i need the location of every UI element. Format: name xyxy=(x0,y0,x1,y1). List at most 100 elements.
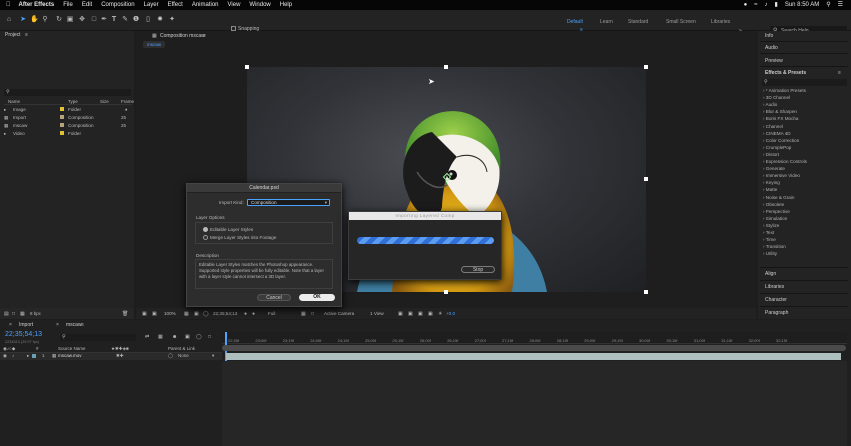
stop-button[interactable]: Stop xyxy=(461,266,495,273)
audio-icon[interactable]: ♪ xyxy=(12,353,14,358)
trash-icon[interactable]: 🗑 xyxy=(122,311,128,317)
menu-view[interactable]: View xyxy=(228,2,241,8)
col-source-name[interactable]: Source Name xyxy=(58,346,86,351)
project-row[interactable]: ▸ Video Folder xyxy=(4,130,132,137)
new-folder-icon[interactable]: □ xyxy=(12,311,15,317)
menu-edit[interactable]: Edit xyxy=(82,2,92,8)
clone-stamp-tool-icon[interactable]: ❶ xyxy=(132,16,140,24)
import-kind-select[interactable]: Composition ▾ xyxy=(247,199,330,206)
composition-mini-flowchart-icon[interactable]: ⇄ xyxy=(145,334,149,340)
roi-icon[interactable]: □ xyxy=(311,311,314,317)
panel-preview[interactable]: Preview xyxy=(765,58,783,64)
exposure-icon[interactable]: ☀ xyxy=(438,311,442,317)
menu-composition[interactable]: Composition xyxy=(101,2,134,8)
rectangle-tool-icon[interactable]: □ xyxy=(90,16,98,24)
hand-tool-icon[interactable]: ✋ xyxy=(30,16,39,24)
radio-editable-layer-styles[interactable] xyxy=(203,227,208,232)
av-switch-icons[interactable]: ◉♪○◆ xyxy=(3,346,15,352)
camera-tool-icon[interactable]: ▣ xyxy=(66,16,74,24)
transform-handle[interactable] xyxy=(444,65,448,69)
effects-category[interactable]: › Utility xyxy=(763,251,777,256)
effects-category[interactable]: › Simulation xyxy=(763,216,787,221)
menu-layer[interactable]: Layer xyxy=(144,2,159,8)
effects-category[interactable]: › Text xyxy=(763,230,774,235)
transparency-grid-icon[interactable]: ▦ xyxy=(301,311,306,317)
col-size[interactable]: Size xyxy=(100,99,109,104)
effects-category[interactable]: › Blur & Sharpen xyxy=(763,109,797,114)
effects-category[interactable]: › Channel xyxy=(763,124,783,129)
views-dropdown[interactable]: 1 View xyxy=(370,311,384,316)
panel-libraries[interactable]: Libraries xyxy=(765,284,784,290)
snapshot-icon[interactable]: ◯ xyxy=(203,311,209,317)
motion-blur-icon[interactable]: ◯ xyxy=(196,334,202,340)
effects-category[interactable]: › Stylize xyxy=(763,223,779,228)
effects-search-input[interactable]: ⚲ xyxy=(762,79,847,86)
workspace-learn[interactable]: Learn xyxy=(600,19,613,25)
composition-subtab[interactable]: mscaw xyxy=(143,41,165,48)
workspace-standard[interactable]: Standard xyxy=(628,19,648,25)
workspace-small-screen[interactable]: Small Screen xyxy=(666,19,696,25)
menu-animation[interactable]: Animation xyxy=(192,2,219,8)
project-tab[interactable]: Project xyxy=(5,32,21,38)
col-type[interactable]: Type xyxy=(68,99,78,104)
label-color-swatch[interactable] xyxy=(60,115,64,120)
menu-help[interactable]: Help xyxy=(280,2,292,8)
roto-brush-tool-icon[interactable]: ✹ xyxy=(156,16,164,24)
panel-paragraph[interactable]: Paragraph xyxy=(765,310,788,316)
expand-arrow-icon[interactable]: ▸ xyxy=(27,353,29,359)
wifi-icon[interactable]: ≈ xyxy=(754,2,757,8)
composition-lock-icon[interactable]: ▦ xyxy=(152,33,157,39)
effects-category[interactable]: › Matte xyxy=(763,187,777,192)
label-color-swatch[interactable] xyxy=(60,107,64,112)
frame-blending-icon[interactable]: ▣ xyxy=(185,334,190,340)
flowchart-icon[interactable]: ▣ xyxy=(428,311,433,317)
effects-category[interactable]: › * Animation Presets xyxy=(763,88,806,93)
layer-parent[interactable]: None xyxy=(178,353,189,358)
timeline-menu-icon[interactable]: ≡ xyxy=(81,322,84,328)
pickwhip-icon[interactable]: ◯ xyxy=(168,353,173,359)
mask-visibility-icon[interactable]: ▣ xyxy=(194,311,199,317)
clock[interactable]: Sun 8:50 AM xyxy=(785,2,819,8)
close-tab-icon[interactable]: × xyxy=(56,322,59,328)
apple-icon[interactable]:  xyxy=(6,2,11,8)
effects-category[interactable]: › Time xyxy=(763,237,776,242)
show-channel-icon[interactable]: ● xyxy=(252,311,255,317)
pan-behind-tool-icon[interactable]: ✥ xyxy=(78,16,86,24)
menu-effect[interactable]: Effect xyxy=(168,2,183,8)
visibility-icon[interactable]: ◉ xyxy=(3,353,7,359)
effects-category[interactable]: › CINEMA 4D xyxy=(763,131,791,136)
panel-audio[interactable]: Audio xyxy=(765,45,778,51)
search-icon[interactable]: ⚲ xyxy=(826,1,830,8)
project-row[interactable]: ▦ mscaw Composition 25 xyxy=(4,122,132,129)
effects-category[interactable]: › Perspective xyxy=(763,209,790,214)
work-area-bar[interactable] xyxy=(222,345,846,351)
graph-editor-icon[interactable]: □ xyxy=(208,334,211,340)
effects-category[interactable]: › Generate xyxy=(763,166,785,171)
timeline-current-time[interactable]: 22;35;54;13 xyxy=(5,331,42,338)
interpret-footage-icon[interactable]: ▤ xyxy=(4,311,9,317)
workspace-libraries[interactable]: Libraries xyxy=(711,19,730,25)
pen-tool-icon[interactable]: ✒ xyxy=(100,16,108,24)
region-icon[interactable]: ▣ xyxy=(152,311,157,317)
label-color-swatch[interactable] xyxy=(32,354,36,358)
camera-dropdown[interactable]: Active Camera xyxy=(324,311,354,316)
battery-icon[interactable]: ▮ xyxy=(775,1,778,8)
timeline-tab-import[interactable]: Import xyxy=(19,322,33,328)
fast-previews-icon[interactable]: ▣ xyxy=(408,311,413,317)
effects-menu-icon[interactable]: ≡ xyxy=(838,70,841,76)
app-name[interactable]: After Effects xyxy=(19,2,55,8)
panel-character[interactable]: Character xyxy=(765,297,787,303)
menu-window[interactable]: Window xyxy=(249,2,270,8)
panel-effects-presets[interactable]: Effects & Presets xyxy=(765,70,806,76)
effects-category[interactable]: › Keying xyxy=(763,180,780,185)
rotate-tool-icon[interactable]: ↻ xyxy=(55,16,63,24)
list-icon[interactable]: ☰ xyxy=(838,1,843,8)
timeline-toggle-icon[interactable]: ▣ xyxy=(418,311,423,317)
layer-switches-icons[interactable]: ✱✚ xyxy=(116,353,124,359)
resolution-dropdown[interactable]: Full xyxy=(268,311,275,316)
panel-align[interactable]: Align xyxy=(765,271,776,277)
new-composition-icon[interactable]: ▦ xyxy=(20,311,25,317)
layer-row[interactable]: ◉ ♪ ▸ 1 ▦ mscaw.mov ✱✚ ◯ None ▾ xyxy=(0,353,222,360)
effects-category[interactable]: › Boris FX Mocha xyxy=(763,116,798,121)
transform-handle[interactable] xyxy=(644,177,648,181)
